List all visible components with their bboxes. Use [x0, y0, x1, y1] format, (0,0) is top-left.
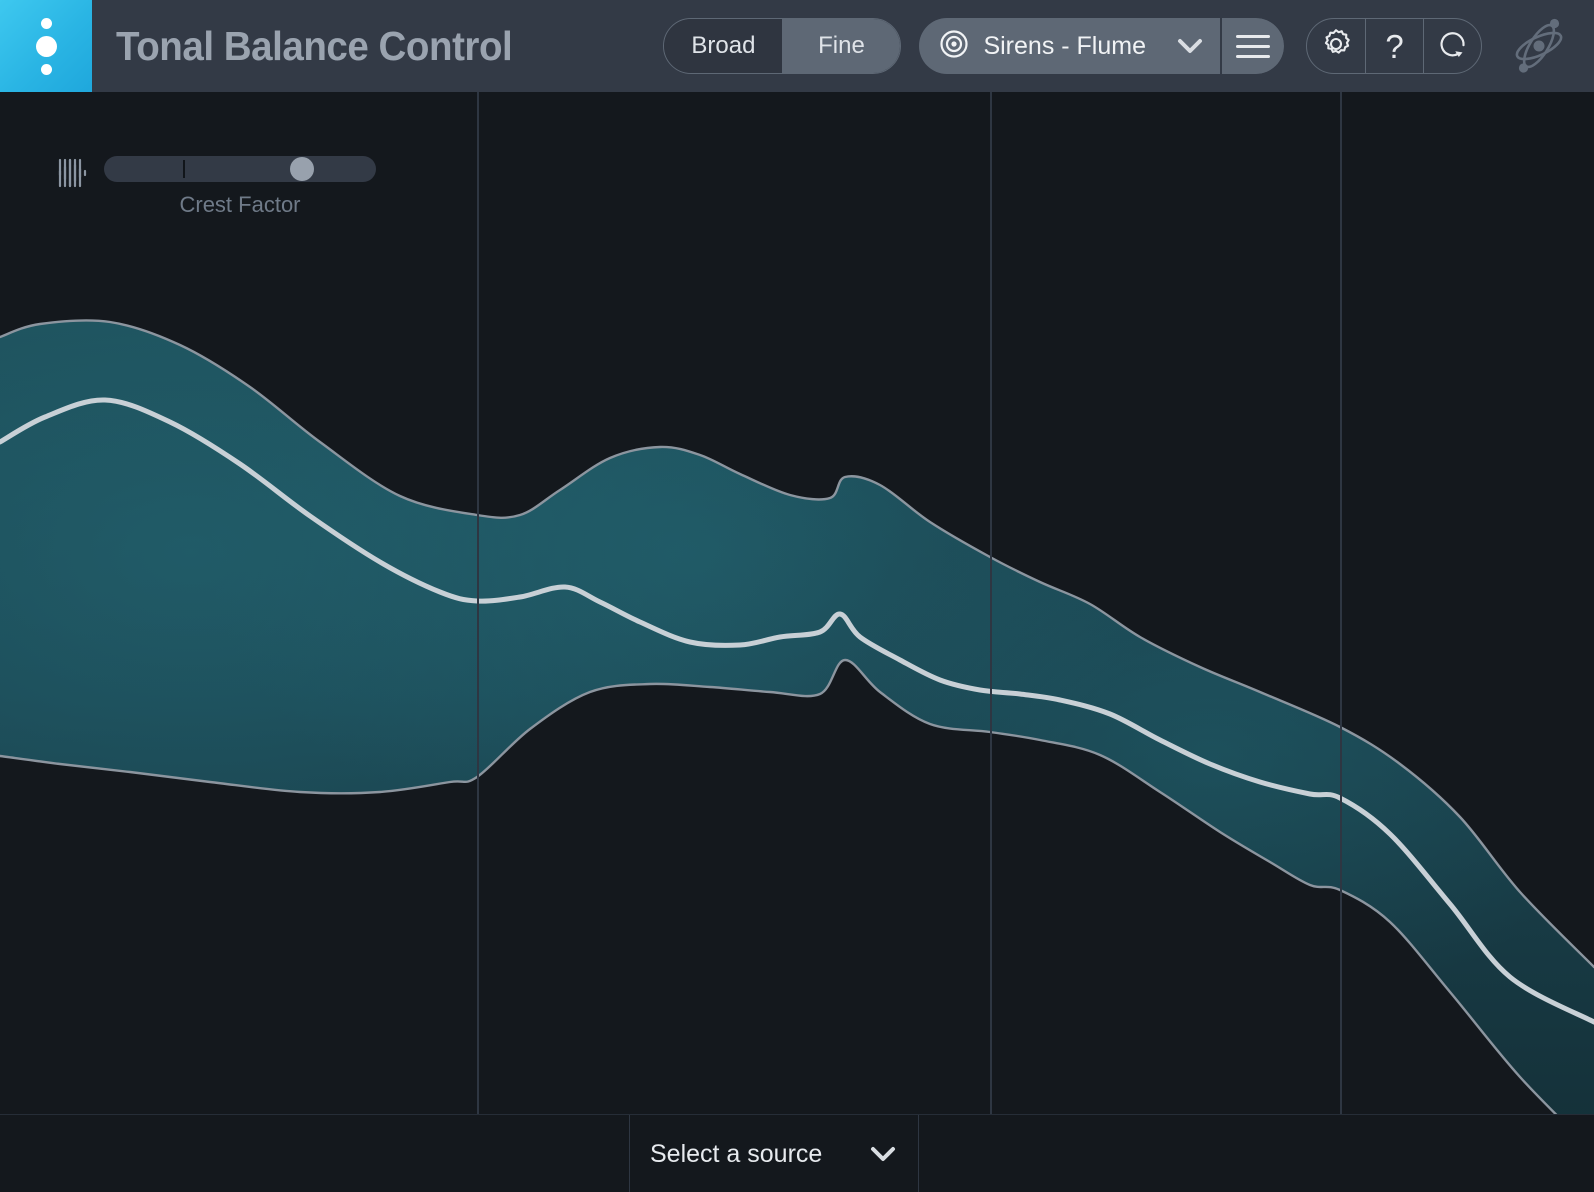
app-header: Tonal Balance Control Broad Fine Sirens …	[0, 0, 1594, 92]
target-band-glow	[0, 320, 1594, 1114]
band-divider-2[interactable]	[990, 92, 992, 1114]
band-divider-3[interactable]	[1340, 92, 1342, 1114]
help-button[interactable]: ?	[1365, 19, 1423, 73]
logo-dot-top	[40, 17, 52, 29]
gear-icon	[1319, 27, 1353, 66]
settings-button[interactable]	[1307, 19, 1365, 73]
resolution-option-fine[interactable]: Fine	[782, 19, 901, 73]
tonal-balance-control-window: Tonal Balance Control Broad Fine Sirens …	[0, 0, 1594, 1192]
izotope-dots-logo[interactable]	[0, 0, 92, 92]
hamburger-lines	[1236, 34, 1270, 58]
target-icon	[939, 29, 969, 64]
source-select[interactable]: Select a source	[629, 1115, 919, 1192]
crest-factor-slider[interactable]	[104, 156, 376, 182]
chevron-down-icon[interactable]	[868, 1144, 898, 1164]
hamburger-menu-icon[interactable]	[1222, 18, 1284, 74]
resolution-toggle[interactable]: Broad Fine	[663, 18, 902, 74]
crest-factor-row	[58, 156, 390, 188]
crest-factor-label: Crest Factor	[179, 192, 301, 217]
preset-selector[interactable]: Sirens - Flume	[919, 18, 1220, 74]
crest-factor-thumb[interactable]	[290, 157, 315, 181]
band-divider-1[interactable]	[477, 92, 479, 1114]
app-title: Tonal Balance Control	[116, 22, 513, 69]
crest-factor-control: Crest Factor	[57, 156, 423, 218]
chevron-down-icon[interactable]	[1160, 37, 1204, 55]
source-select-label: Select a source	[650, 1139, 823, 1168]
resolution-option-broad[interactable]: Broad	[664, 19, 783, 73]
logo-dot-middle	[35, 35, 57, 57]
question-mark-icon: ?	[1385, 27, 1404, 65]
reset-arrow-icon	[1436, 27, 1470, 66]
spectrum-graph[interactable]: Crest Factor 401002004006001000200040006…	[0, 92, 1594, 1114]
preset-name: Sirens - Flume	[983, 31, 1146, 60]
preset-selector-group: Sirens - Flume	[919, 18, 1284, 74]
bottom-bar: Select a source	[0, 1114, 1594, 1192]
logo-dot-bottom	[40, 63, 52, 75]
izotope-orbit-logo	[1504, 15, 1574, 77]
utility-icon-group: ?	[1306, 18, 1482, 74]
header-controls: Broad Fine Sirens - Flume ?	[663, 0, 1594, 92]
reset-button[interactable]	[1423, 19, 1481, 73]
crest-factor-default-tick	[182, 160, 185, 178]
spectrum-plot	[0, 319, 1594, 1114]
